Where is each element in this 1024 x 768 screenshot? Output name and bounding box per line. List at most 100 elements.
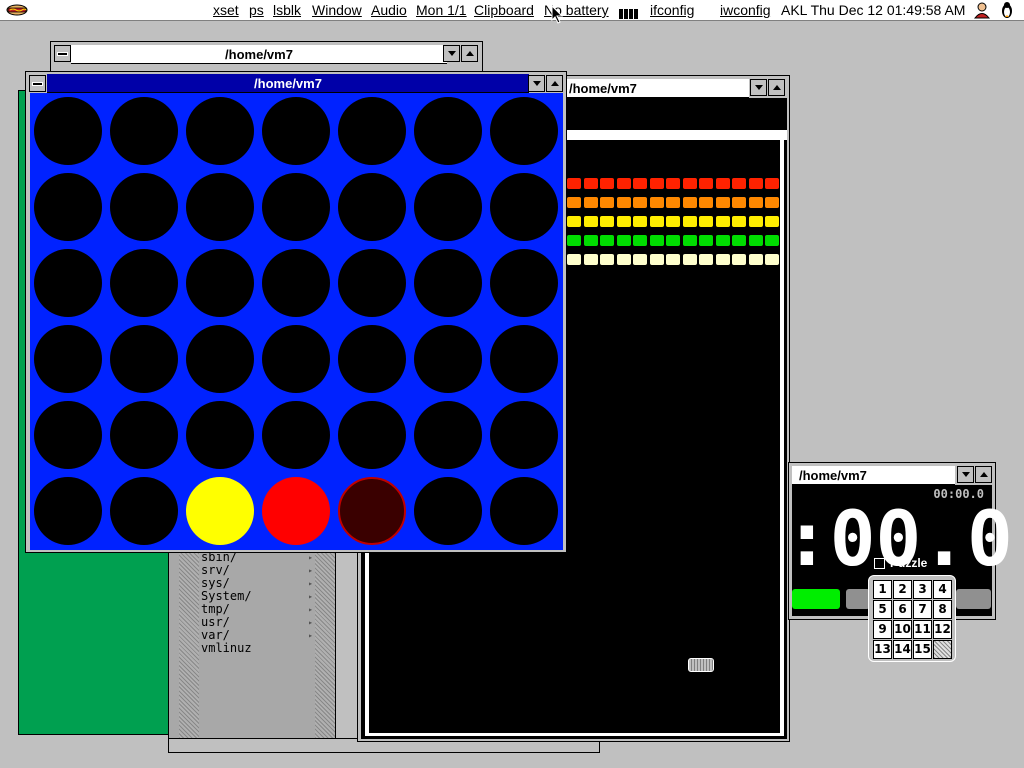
puzzle-tile[interactable]: 7 xyxy=(913,600,932,619)
brick xyxy=(666,235,680,246)
empty-slot[interactable] xyxy=(262,173,330,241)
piece-red[interactable] xyxy=(262,477,330,545)
list-item[interactable]: vmlinuz xyxy=(201,642,313,655)
empty-slot[interactable] xyxy=(34,97,102,165)
hotdog-menu-icon[interactable] xyxy=(6,3,28,17)
minimize-button[interactable] xyxy=(750,79,767,96)
empty-slot[interactable] xyxy=(110,97,178,165)
empty-slot[interactable] xyxy=(490,173,558,241)
empty-slot[interactable] xyxy=(34,477,102,545)
puzzle-tile[interactable]: 4 xyxy=(933,580,952,599)
empty-slot[interactable] xyxy=(262,249,330,317)
empty-slot[interactable] xyxy=(490,477,558,545)
puzzle-tile[interactable]: 6 xyxy=(893,600,912,619)
stop-button[interactable] xyxy=(956,589,991,609)
connect-four-titlebar[interactable]: /home/vm7 xyxy=(47,74,529,93)
empty-slot[interactable] xyxy=(414,401,482,469)
empty-slot[interactable] xyxy=(262,401,330,469)
menu-ps[interactable]: ps xyxy=(249,2,264,18)
empty-slot[interactable] xyxy=(338,97,406,165)
window-menu-button[interactable] xyxy=(54,45,71,62)
penguin-icon[interactable] xyxy=(998,1,1016,19)
menu-ifconfig[interactable]: ifconfig xyxy=(650,2,694,18)
empty-slot[interactable] xyxy=(414,97,482,165)
puzzle-tile[interactable]: 8 xyxy=(933,600,952,619)
empty-slot[interactable] xyxy=(414,477,482,545)
empty-slot[interactable] xyxy=(110,401,178,469)
minimize-button[interactable] xyxy=(528,75,545,92)
empty-slot[interactable] xyxy=(34,401,102,469)
empty-slot[interactable] xyxy=(414,325,482,393)
empty-slot[interactable] xyxy=(414,249,482,317)
empty-slot[interactable] xyxy=(186,97,254,165)
puzzle-tile[interactable]: 2 xyxy=(893,580,912,599)
puzzle-tile[interactable]: 13 xyxy=(873,640,892,659)
start-button[interactable] xyxy=(792,589,840,609)
empty-slot[interactable] xyxy=(186,249,254,317)
empty-slot[interactable] xyxy=(34,325,102,393)
empty-slot[interactable] xyxy=(490,249,558,317)
empty-slot[interactable] xyxy=(262,325,330,393)
minimize-button[interactable] xyxy=(443,45,460,62)
puzzle-widget: Puzzle 1 2 3 4 5 6 7 8 9 10 11 12 13 14 15 xyxy=(867,555,959,663)
empty-slot[interactable] xyxy=(34,249,102,317)
puzzle-tile[interactable]: 14 xyxy=(893,640,912,659)
puzzle-tile[interactable]: 10 xyxy=(893,620,912,639)
empty-slot[interactable] xyxy=(34,173,102,241)
empty-slot[interactable] xyxy=(110,325,178,393)
brick xyxy=(699,216,713,227)
empty-slot[interactable] xyxy=(338,173,406,241)
menu-xset[interactable]: xset xyxy=(213,2,239,18)
puzzle-tile[interactable]: 11 xyxy=(913,620,932,639)
puzzle-checkbox-icon[interactable] xyxy=(874,557,885,569)
piece-dark[interactable] xyxy=(338,477,406,545)
empty-slot[interactable] xyxy=(110,249,178,317)
menu-audio[interactable]: Audio xyxy=(371,2,407,18)
minimize-button[interactable] xyxy=(957,466,974,483)
puzzle-board[interactable]: 1 2 3 4 5 6 7 8 9 10 11 12 13 14 15 xyxy=(868,575,956,662)
puzzle-empty-tile[interactable] xyxy=(933,640,952,659)
maximize-button[interactable] xyxy=(975,466,992,483)
menu-lsblk[interactable]: lsblk xyxy=(273,2,301,18)
puzzle-tile[interactable]: 12 xyxy=(933,620,952,639)
puzzle-tile[interactable]: 5 xyxy=(873,600,892,619)
menu-window[interactable]: Window xyxy=(312,2,362,18)
puzzle-tile[interactable]: 15 xyxy=(913,640,932,659)
empty-slot[interactable] xyxy=(186,325,254,393)
empty-slot[interactable] xyxy=(414,173,482,241)
empty-slot[interactable] xyxy=(338,325,406,393)
file-list-left-scroll[interactable] xyxy=(179,541,199,751)
empty-slot[interactable] xyxy=(338,249,406,317)
maximize-button[interactable] xyxy=(546,75,563,92)
submenu-arrow-icon: ▸ xyxy=(308,579,313,588)
puzzle-tile[interactable]: 1 xyxy=(873,580,892,599)
empty-slot[interactable] xyxy=(186,173,254,241)
piece-yellow[interactable] xyxy=(186,477,254,545)
brick xyxy=(748,235,763,246)
timer-titlebar[interactable]: /home/vm7 xyxy=(792,466,955,485)
puzzle-title: Puzzle xyxy=(890,556,928,570)
menu-iwconfig[interactable]: iwconfig xyxy=(720,2,771,18)
window-menu-button[interactable] xyxy=(29,75,46,92)
empty-slot[interactable] xyxy=(110,477,178,545)
brick xyxy=(732,235,746,246)
maximize-button[interactable] xyxy=(461,45,478,62)
menu-monitor[interactable]: Mon 1/1 xyxy=(416,2,467,18)
empty-slot[interactable] xyxy=(186,401,254,469)
empty-slot[interactable] xyxy=(490,325,558,393)
menu-clipboard[interactable]: Clipboard xyxy=(474,2,534,18)
maximize-button[interactable] xyxy=(768,79,785,96)
user-icon[interactable] xyxy=(973,1,991,19)
empty-slot[interactable] xyxy=(490,401,558,469)
puzzle-tile[interactable]: 9 xyxy=(873,620,892,639)
puzzle-tile[interactable]: 3 xyxy=(913,580,932,599)
file-list-right-scroll[interactable] xyxy=(315,541,335,751)
paddle[interactable] xyxy=(688,658,714,672)
clock: AKL Thu Dec 12 01:49:58 AM xyxy=(781,2,966,18)
empty-slot[interactable] xyxy=(110,173,178,241)
connect-four-board[interactable] xyxy=(30,93,563,550)
file-browser-back-titlebar[interactable]: /home/vm7 xyxy=(71,45,447,64)
empty-slot[interactable] xyxy=(338,401,406,469)
empty-slot[interactable] xyxy=(262,97,330,165)
empty-slot[interactable] xyxy=(490,97,558,165)
